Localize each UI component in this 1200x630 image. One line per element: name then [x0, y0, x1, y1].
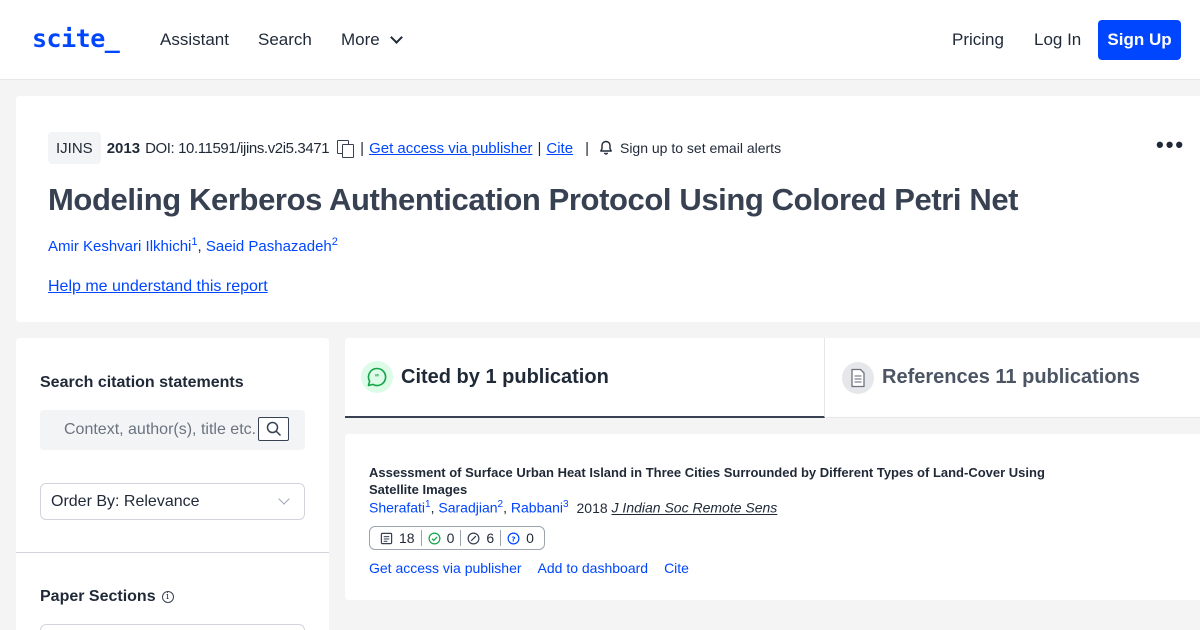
author-link[interactable]: Sherafati	[369, 500, 425, 516]
nav-assistant[interactable]: Assistant	[160, 30, 229, 50]
author-separator: ,	[197, 238, 202, 255]
help-understand-link[interactable]: Help me understand this report	[48, 278, 268, 296]
meta-separator: |	[360, 139, 365, 157]
chat-quote-icon: "	[361, 361, 393, 393]
tally-contrasting: ? 0	[500, 530, 540, 546]
chevron-down-icon	[389, 31, 403, 44]
document-icon	[842, 361, 874, 394]
search-button[interactable]	[258, 417, 289, 441]
tab-references[interactable]: References 11 publications	[826, 338, 1200, 418]
paper-summary-card: IJINS 2013 DOI: 10.11591/ijins.v2i5.3471…	[16, 96, 1200, 322]
tally-publications-count: 18	[399, 530, 415, 546]
info-icon[interactable]: i	[161, 590, 174, 603]
more-options-icon[interactable]: •••	[1156, 132, 1185, 158]
contrasting-question-icon: ?	[507, 532, 520, 544]
nav-search[interactable]: Search	[258, 30, 312, 50]
paper-sections-label: Paper Sections	[40, 588, 156, 605]
paper-sections-select[interactable]	[40, 624, 305, 630]
tally-supporting-count: 0	[446, 530, 455, 546]
get-access-link[interactable]: Get access via publisher	[369, 560, 522, 576]
journal-badge[interactable]: IJINS	[48, 132, 101, 164]
copy-icon[interactable]	[337, 140, 355, 158]
search-icon	[266, 421, 281, 437]
citing-publication-card: Assessment of Surface Urban Heat Island …	[345, 434, 1200, 600]
author-link[interactable]: Amir Keshvari Ilkhichi	[48, 238, 191, 255]
get-access-link[interactable]: Get access via publisher	[369, 140, 532, 157]
paper-authors: Amir Keshvari Ilkhichi1, Saeid Pashazade…	[48, 236, 338, 255]
tab-cited-by[interactable]: " Cited by 1 publication	[345, 338, 825, 418]
citing-paper-title[interactable]: Assessment of Surface Urban Heat Island …	[369, 464, 1089, 498]
author-link[interactable]: Saradjian	[438, 500, 497, 516]
svg-text:": "	[375, 374, 380, 384]
citing-paper-journal[interactable]: J Indian Soc Remote Sens	[612, 500, 778, 516]
bell-icon[interactable]	[598, 140, 614, 156]
citing-paper-authors: Sherafati1, Saradjian2, Rabbani3 2018 J …	[369, 499, 777, 516]
publications-icon	[380, 532, 393, 544]
citation-tabs: " Cited by 1 publication References 11 p…	[345, 338, 1200, 418]
top-navigation-bar: scite_ Assistant Search More Pricing Log…	[0, 0, 1200, 80]
author-affiliation-number: 2	[331, 236, 338, 248]
citation-search-input[interactable]	[40, 410, 260, 450]
author-separator: ,	[430, 499, 435, 516]
nav-pricing[interactable]: Pricing	[952, 30, 1004, 50]
tally-mentioning-count: 6	[486, 530, 495, 546]
publication-year: 2013	[106, 139, 141, 157]
nav-more-label: More	[341, 30, 380, 49]
tally-mentioning: 6	[460, 530, 500, 546]
meta-separator: |	[585, 139, 589, 157]
author-separator: ,	[503, 499, 507, 516]
tally-contrasting-count: 0	[526, 530, 534, 546]
citation-search-box	[40, 410, 305, 450]
scite-logo[interactable]: scite_	[32, 24, 120, 53]
supporting-check-icon	[428, 532, 441, 544]
nav-more-dropdown[interactable]: More	[341, 30, 403, 50]
tally-publications: 18	[374, 530, 421, 546]
paper-title: Modeling Kerberos Authentication Protoco…	[48, 182, 1019, 217]
svg-text:?: ?	[512, 534, 516, 543]
citing-paper-year: 2018	[576, 499, 608, 516]
tab-references-label: References 11 publications	[882, 366, 1140, 388]
order-by-value: Order By: Relevance	[51, 492, 200, 510]
cite-link[interactable]: Cite	[664, 560, 689, 576]
citation-filter-sidebar: Search citation statements Order By: Rel…	[16, 338, 329, 630]
author-link[interactable]: Saeid Pashazadeh	[206, 238, 332, 255]
sidebar-divider	[16, 552, 329, 553]
author-link[interactable]: Rabbani	[511, 500, 563, 516]
paper-meta-row: IJINS 2013 DOI: 10.11591/ijins.v2i5.3471…	[48, 132, 781, 164]
paper-sections-heading: Paper Sections i	[40, 588, 174, 606]
citation-tallies[interactable]: 18 0 6 ? 0	[369, 526, 545, 550]
add-to-dashboard-link[interactable]: Add to dashboard	[538, 560, 649, 576]
email-alerts-link[interactable]: Sign up to set email alerts	[620, 140, 781, 156]
meta-separator: |	[537, 139, 542, 157]
doi-text: DOI: 10.11591/ijins.v2i5.3471	[145, 139, 330, 157]
author-affiliation-number: 3	[563, 499, 569, 510]
search-citations-heading: Search citation statements	[40, 374, 244, 391]
login-link[interactable]: Log In	[1034, 30, 1081, 50]
cite-link[interactable]: Cite	[546, 140, 573, 157]
citing-paper-actions: Get access via publisher Add to dashboar…	[369, 560, 689, 576]
mentioning-icon	[467, 532, 480, 544]
chevron-down-icon	[278, 493, 290, 505]
tab-cited-by-label: Cited by 1 publication	[401, 365, 609, 388]
signup-button[interactable]: Sign Up	[1098, 20, 1181, 60]
order-by-select[interactable]: Order By: Relevance	[40, 483, 305, 520]
tally-supporting: 0	[420, 530, 461, 546]
